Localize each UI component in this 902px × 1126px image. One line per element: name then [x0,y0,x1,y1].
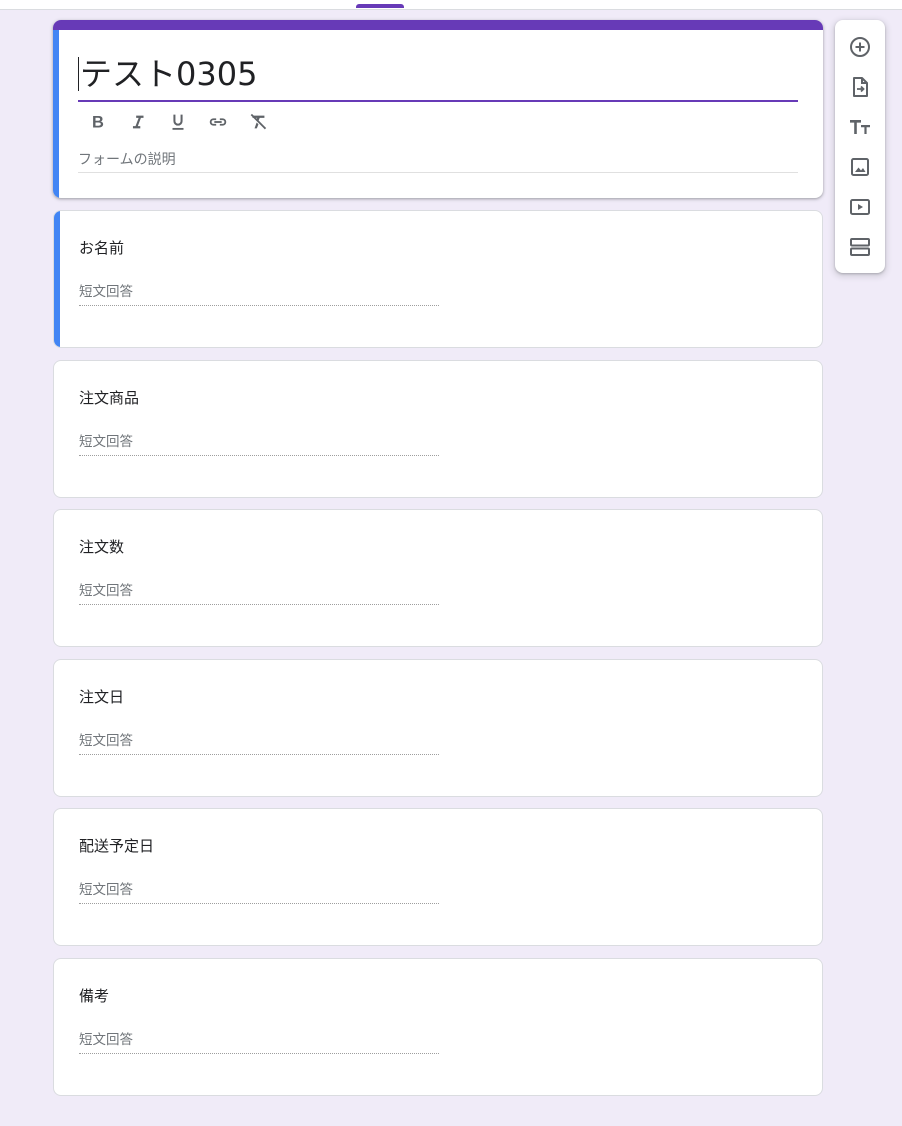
short-answer-field: 短文回答 [79,283,439,306]
form-title-card[interactable]: テスト0305 B フォームの説明 [53,20,823,198]
question-card[interactable]: 注文日 短文回答 [53,659,823,797]
question-card[interactable]: 注文数 短文回答 [53,509,823,647]
clear-formatting-button[interactable] [247,111,269,133]
question-title[interactable]: お名前 [79,237,124,258]
add-section-icon [850,238,870,256]
short-answer-field: 短文回答 [79,732,439,755]
form-description-input[interactable]: フォームの説明 [78,150,798,173]
question-title[interactable]: 配送予定日 [79,835,154,856]
top-bar [0,0,902,10]
link-icon [209,118,227,126]
italic-icon [132,115,144,129]
active-card-indicator [53,30,59,198]
theme-color-strip [53,20,823,30]
clear-formatting-icon [250,113,267,130]
question-title[interactable]: 注文日 [79,686,124,707]
active-tab-indicator [356,4,404,8]
active-card-indicator [54,211,60,347]
add-image-button[interactable] [848,155,872,179]
underline-button[interactable] [167,111,189,133]
question-title[interactable]: 備考 [79,985,109,1006]
add-image-icon [851,158,869,176]
form-title-input[interactable]: テスト0305 [78,52,798,102]
add-question-icon [850,37,870,57]
svg-text:B: B [92,114,104,132]
add-video-button[interactable] [848,195,872,219]
text-format-toolbar: B [87,110,287,134]
question-card[interactable]: 配送予定日 短文回答 [53,808,823,946]
short-answer-field: 短文回答 [79,433,439,456]
add-video-icon [850,199,870,215]
add-question-button[interactable] [848,35,872,59]
import-questions-icon [853,77,868,97]
add-title-description-icon [850,120,870,134]
bold-button[interactable]: B [87,111,109,133]
short-answer-field: 短文回答 [79,1031,439,1054]
question-card[interactable]: 注文商品 短文回答 [53,360,823,498]
question-title[interactable]: 注文商品 [79,387,139,408]
short-answer-field: 短文回答 [79,582,439,605]
italic-button[interactable] [127,111,149,133]
add-title-description-button[interactable] [848,115,872,139]
text-cursor [78,57,79,91]
import-questions-button[interactable] [848,75,872,99]
link-button[interactable] [207,111,229,133]
question-card[interactable]: お名前 短文回答 [53,210,823,348]
floating-side-toolbar [835,20,885,273]
question-card[interactable]: 備考 短文回答 [53,958,823,1096]
add-section-button[interactable] [848,235,872,259]
question-title[interactable]: 注文数 [79,536,124,557]
underline-icon [172,114,184,130]
short-answer-field: 短文回答 [79,881,439,904]
form-title-text: テスト0305 [80,55,258,93]
bold-icon: B [92,114,104,132]
